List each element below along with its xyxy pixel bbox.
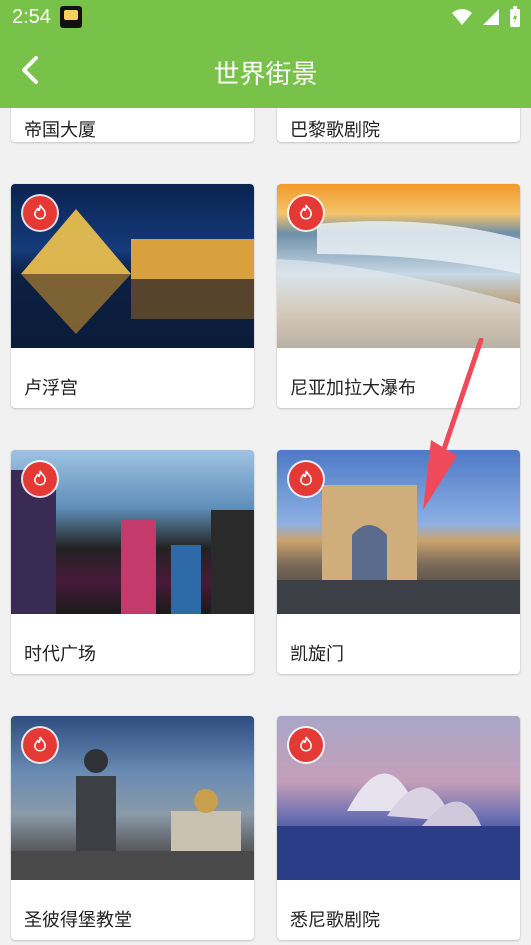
status-time: 2:54 — [12, 6, 51, 28]
status-icons — [451, 6, 521, 28]
scene-card-arc-de-triomphe[interactable]: 凯旋门 — [277, 450, 520, 674]
card-caption: 尼亚加拉大瀑布 — [290, 378, 416, 398]
page-title: 世界街景 — [213, 59, 318, 89]
fire-icon — [23, 196, 57, 230]
status-bar: 2:54 — [0, 0, 531, 34]
scene-card-louvre[interactable]: 卢浮宫 — [11, 184, 254, 408]
app-bar: 世界街景 — [0, 34, 531, 108]
scene-card-st-petersburg[interactable]: 圣彼得堡教堂 — [11, 716, 254, 940]
fire-icon — [23, 462, 57, 496]
scene-card-paris-opera[interactable]: 巴黎歌剧院 — [277, 108, 520, 142]
app-notification-icon — [60, 6, 82, 28]
battery-icon — [510, 6, 520, 27]
wifi-icon — [452, 9, 472, 25]
scene-card-niagara[interactable]: 尼亚加拉大瀑布 — [277, 184, 520, 408]
signal-icon — [483, 9, 499, 25]
card-caption: 巴黎歌剧院 — [290, 120, 380, 140]
fire-icon — [23, 728, 57, 762]
fire-icon — [289, 462, 323, 496]
card-caption: 时代广场 — [24, 644, 96, 664]
scene-grid: 帝国大厦 巴黎歌剧院 卢浮宫 尼亚加拉大瀑布 时代广场 凯旋门 圣彼得堡教堂 悉… — [0, 108, 531, 945]
card-caption: 帝国大厦 — [24, 120, 96, 140]
card-caption: 卢浮宫 — [24, 378, 78, 398]
card-caption: 悉尼歌剧院 — [290, 910, 380, 930]
card-caption: 凯旋门 — [290, 644, 344, 664]
scene-card-sydney-opera[interactable]: 悉尼歌剧院 — [277, 716, 520, 940]
fire-icon — [289, 728, 323, 762]
scene-card-empire-state[interactable]: 帝国大厦 — [11, 108, 254, 142]
fire-icon — [289, 196, 323, 230]
scene-card-times-square[interactable]: 时代广场 — [11, 450, 254, 674]
card-caption: 圣彼得堡教堂 — [24, 910, 132, 930]
